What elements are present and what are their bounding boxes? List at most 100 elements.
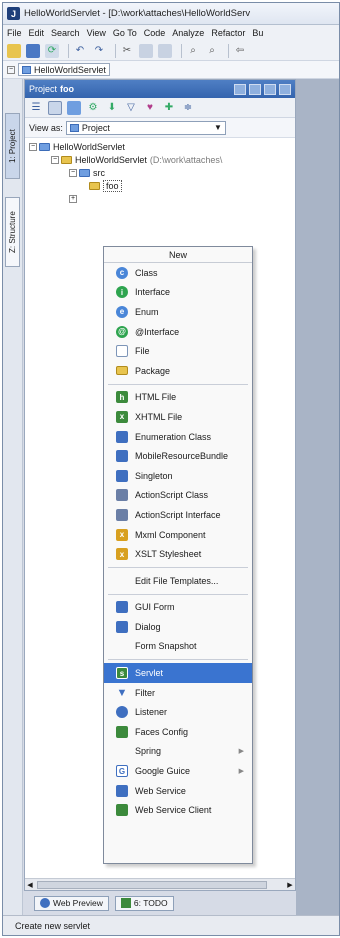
menu-item-actionscript-interface[interactable]: ActionScript Interface	[104, 505, 252, 525]
menu-item-label: Filter	[135, 687, 155, 698]
tree-node-root[interactable]: − HelloWorldServlet	[25, 140, 295, 153]
scroll-left-icon[interactable]: ◀	[25, 881, 35, 889]
cut-icon[interactable]: ✂	[120, 44, 134, 58]
menu-item-label: XSLT Stylesheet	[135, 549, 202, 560]
heart-icon[interactable]: ♥	[143, 101, 157, 115]
menu-item-label: GUI Form	[135, 602, 175, 613]
menu-item-gui-form[interactable]: GUI Form	[104, 598, 252, 618]
menu-item-web-service[interactable]: Web Service	[104, 781, 252, 801]
gui-form-icon	[116, 601, 128, 614]
open-folder-icon[interactable]	[7, 43, 21, 58]
menu-item-interface[interactable]: i Interface	[104, 283, 252, 303]
menu-item-xslt-stylesheet[interactable]: x XSLT Stylesheet	[104, 544, 252, 564]
menu-item-html-file[interactable]: h HTML File	[104, 388, 252, 408]
folder-icon[interactable]	[67, 100, 81, 115]
undo-icon[interactable]: ↶	[73, 44, 87, 58]
menu-item-label: @Interface	[135, 326, 180, 337]
web-service-client-icon	[116, 804, 128, 817]
breadcrumb[interactable]: HelloWorldServlet	[18, 63, 110, 76]
menu-item-faces-config[interactable]: Faces Config	[104, 722, 252, 742]
toolbar-separator	[115, 43, 116, 58]
menu-item-edit-file-templates[interactable]: Edit File Templates...	[104, 571, 252, 591]
actionscript-class-icon	[116, 489, 128, 502]
menu-item-mxml-component[interactable]: x Mxml Component	[104, 525, 252, 545]
tab-structure[interactable]: Z: Structure	[5, 197, 20, 267]
menu-item-mobile-resource-bundle[interactable]: MobileResourceBundle	[104, 446, 252, 466]
settings-icon[interactable]: ⚙	[86, 101, 100, 115]
title-bar: J HelloWorldServlet - [D:\work\attaches\…	[3, 3, 339, 25]
menu-item-google-guice[interactable]: G Google Guice ▶	[104, 761, 252, 781]
menu-item-web-service-client[interactable]: Web Service Client	[104, 800, 252, 820]
sort-icon[interactable]: ≑	[181, 101, 195, 115]
menu-item-file[interactable]: File	[104, 341, 252, 361]
scroll-right-icon[interactable]: ▶	[285, 881, 295, 889]
menu-item-label: Package	[135, 365, 171, 376]
menu-goto[interactable]: Go To	[113, 28, 137, 38]
interface-icon: i	[116, 286, 128, 299]
tree-node-collapsed[interactable]: +	[25, 192, 295, 205]
sync-icon[interactable]: ⟳	[45, 43, 59, 58]
horizontal-scrollbar[interactable]: ◀ ▶	[25, 878, 295, 890]
tab-web-preview[interactable]: Web Preview	[34, 895, 109, 911]
collapse-all-icon[interactable]: ☰	[29, 101, 43, 115]
panel-minimize-icon[interactable]	[279, 83, 291, 95]
save-icon[interactable]	[26, 43, 40, 58]
menu-item-package[interactable]: Package	[104, 361, 252, 381]
back-icon[interactable]: ⇦	[233, 44, 247, 58]
menu-item-form-snapshot[interactable]: Form Snapshot	[104, 637, 252, 657]
menu-item-enumeration-class[interactable]: Enumeration Class	[104, 427, 252, 447]
menu-item-actionscript-class[interactable]: ActionScript Class	[104, 486, 252, 506]
expand-icon[interactable]: +	[69, 194, 77, 203]
status-text: Create new servlet	[15, 920, 91, 931]
menu-view[interactable]: View	[87, 28, 106, 38]
tree-node-module[interactable]: − HelloWorldServlet (D:\work\attaches\	[25, 153, 295, 166]
menu-item-filter[interactable]: ▼ Filter	[104, 683, 252, 703]
menu-item-annotation[interactable]: @ @Interface	[104, 322, 252, 342]
menu-item-label: ActionScript Interface	[135, 509, 221, 520]
copy-icon[interactable]	[139, 43, 153, 58]
menu-item-listener[interactable]: Listener	[104, 702, 252, 722]
menu-item-class[interactable]: c Class	[104, 263, 252, 283]
toolbar-separator	[228, 43, 229, 58]
tree-node-foo[interactable]: foo	[25, 179, 295, 192]
panel-settings-icon[interactable]	[234, 83, 246, 95]
menu-item-spring[interactable]: Spring ▶	[104, 742, 252, 762]
annotation-icon: @	[116, 325, 128, 338]
expand-icon[interactable]: −	[7, 65, 15, 74]
redo-icon[interactable]: ↷	[92, 44, 106, 58]
tab-todo[interactable]: 6: TODO	[114, 895, 174, 911]
replace-icon[interactable]: ⌕	[205, 44, 219, 58]
menu-file[interactable]: File	[7, 28, 22, 38]
menu-item-label: Class	[135, 267, 158, 278]
collapse-icon[interactable]: −	[29, 142, 37, 151]
menu-code[interactable]: Code	[144, 28, 166, 38]
menu-edit[interactable]: Edit	[29, 28, 45, 38]
collapse-icon[interactable]: −	[69, 168, 77, 177]
scroll-from-source-icon[interactable]	[48, 100, 62, 115]
menu-item-enum[interactable]: e Enum	[104, 302, 252, 322]
tree-node-src[interactable]: − src	[25, 166, 295, 179]
context-menu-new: New c Class i Interface e Enum @ @Interf…	[103, 246, 253, 864]
menu-item-xhtml-file[interactable]: x XHTML File	[104, 407, 252, 427]
menu-build[interactable]: Bu	[252, 28, 263, 38]
menu-item-label: Web Service Client	[135, 805, 212, 816]
menu-refactor[interactable]: Refactor	[211, 28, 245, 38]
add-icon[interactable]: ✚	[162, 101, 176, 115]
menu-analyze[interactable]: Analyze	[172, 28, 204, 38]
view-as-select[interactable]: Project ▼	[65, 120, 226, 135]
panel-help-icon[interactable]	[264, 83, 276, 95]
menu-search[interactable]: Search	[51, 28, 80, 38]
collapse-icon[interactable]: −	[51, 155, 59, 164]
context-menu-title: New	[104, 247, 252, 263]
find-icon[interactable]: ⌕	[186, 44, 200, 58]
scrollbar-thumb[interactable]	[37, 881, 267, 889]
menu-bar: File Edit Search View Go To Code Analyze…	[3, 25, 339, 41]
menu-item-dialog[interactable]: Dialog	[104, 617, 252, 637]
menu-item-servlet[interactable]: s Servlet	[104, 663, 252, 683]
paste-icon[interactable]	[158, 43, 172, 58]
menu-item-singleton[interactable]: Singleton	[104, 466, 252, 486]
panel-pin-icon[interactable]	[249, 83, 261, 95]
download-icon[interactable]: ⬇	[105, 101, 119, 115]
tab-project[interactable]: 1: Project	[5, 113, 20, 179]
filter-icon[interactable]: ▽	[124, 101, 138, 115]
